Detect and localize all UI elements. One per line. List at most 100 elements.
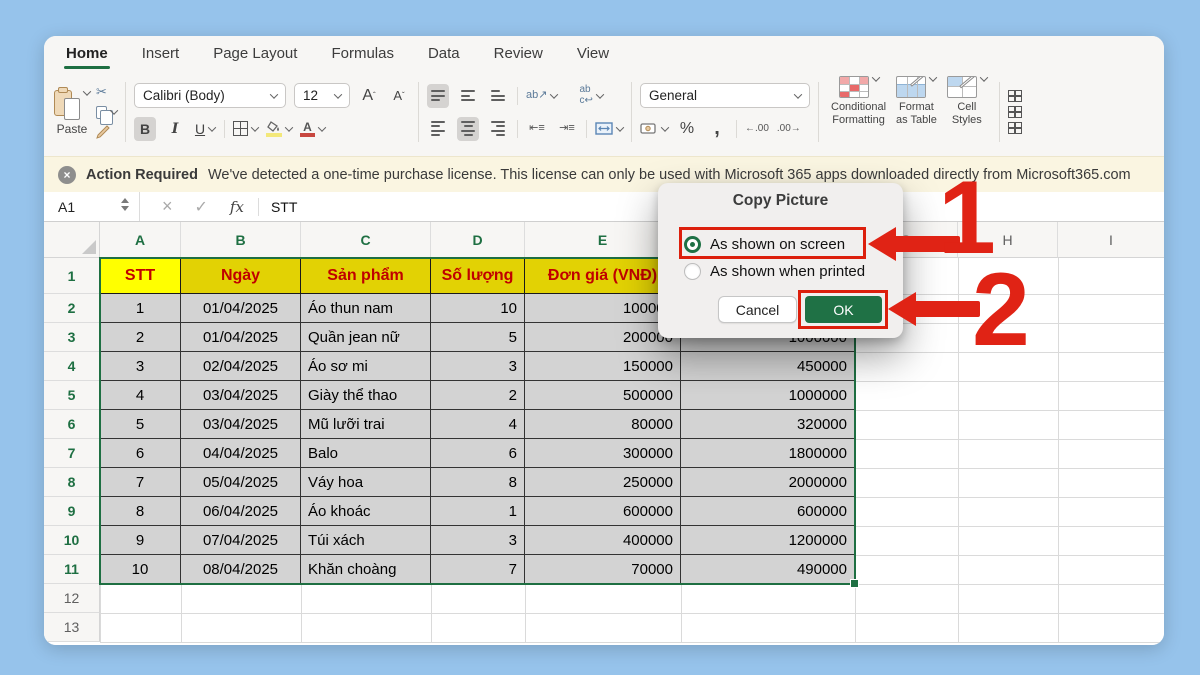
- cell-C6[interactable]: Mũ lưỡi trai: [301, 410, 431, 439]
- row-header-2[interactable]: 2: [44, 294, 100, 323]
- row-header-11[interactable]: 11: [44, 555, 100, 584]
- cell-E10[interactable]: 400000: [525, 526, 681, 555]
- cell-A5[interactable]: 4: [100, 381, 181, 410]
- merge-center-button[interactable]: [595, 117, 623, 141]
- orientation-button[interactable]: ab↗: [526, 84, 557, 108]
- cell-A3[interactable]: 2: [100, 323, 181, 352]
- cell-A11[interactable]: 10: [100, 555, 181, 584]
- tab-page-layout[interactable]: Page Layout: [211, 38, 299, 69]
- cell-B8[interactable]: 05/04/2025: [181, 468, 301, 497]
- cell-F8[interactable]: 2000000: [681, 468, 855, 497]
- row-header-7[interactable]: 7: [44, 439, 100, 468]
- cell-D7[interactable]: 6: [431, 439, 525, 468]
- wrap-text-button[interactable]: abc↩: [579, 84, 602, 108]
- cell-D9[interactable]: 1: [431, 497, 525, 526]
- cell-F5[interactable]: 1000000: [681, 381, 855, 410]
- column-header-I[interactable]: I: [1058, 222, 1164, 258]
- cell-B11[interactable]: 08/04/2025: [181, 555, 301, 584]
- cell-B4[interactable]: 02/04/2025: [181, 352, 301, 381]
- formula-input[interactable]: STT: [271, 199, 297, 215]
- cell-E11[interactable]: 70000: [525, 555, 681, 584]
- cell-C4[interactable]: Áo sơ mi: [301, 352, 431, 381]
- cell-D3[interactable]: 5: [431, 323, 525, 352]
- accounting-format-button[interactable]: [640, 117, 668, 141]
- cell-E8[interactable]: 250000: [525, 468, 681, 497]
- cell-C7[interactable]: Balo: [301, 439, 431, 468]
- cell-B10[interactable]: 07/04/2025: [181, 526, 301, 555]
- cell-C8[interactable]: Váy hoa: [301, 468, 431, 497]
- row-header-4[interactable]: 4: [44, 352, 100, 381]
- bold-button[interactable]: B: [134, 117, 156, 141]
- select-all-corner[interactable]: [44, 222, 100, 258]
- cell-B6[interactable]: 03/04/2025: [181, 410, 301, 439]
- cell-D5[interactable]: 2: [431, 381, 525, 410]
- align-top-button[interactable]: [427, 84, 449, 108]
- row-header-6[interactable]: 6: [44, 410, 100, 439]
- row-header-12[interactable]: 12: [44, 584, 100, 613]
- cell-A2[interactable]: 1: [100, 294, 181, 323]
- cell-A1[interactable]: STT: [100, 258, 181, 294]
- cell-C10[interactable]: Túi xách: [301, 526, 431, 555]
- align-middle-button[interactable]: [457, 84, 479, 108]
- cell-D6[interactable]: 4: [431, 410, 525, 439]
- cell-E5[interactable]: 500000: [525, 381, 681, 410]
- tab-home[interactable]: Home: [64, 38, 110, 69]
- cell-B9[interactable]: 06/04/2025: [181, 497, 301, 526]
- cell-F7[interactable]: 1800000: [681, 439, 855, 468]
- decrease-indent-button[interactable]: ⇤≡: [526, 117, 548, 141]
- radio-as-shown-when-printed[interactable]: As shown when printed: [684, 259, 865, 283]
- cell-C11[interactable]: Khăn choàng: [301, 555, 431, 584]
- cancel-entry-button[interactable]: ×: [162, 196, 173, 217]
- number-format-select[interactable]: General: [640, 83, 810, 108]
- italic-button[interactable]: I: [164, 117, 186, 141]
- column-header-A[interactable]: A: [100, 222, 181, 258]
- cancel-button[interactable]: Cancel: [718, 296, 797, 323]
- format-cells-icon[interactable]: [1008, 122, 1022, 134]
- cell-A7[interactable]: 6: [100, 439, 181, 468]
- cell-C2[interactable]: Áo thun nam: [301, 294, 431, 323]
- cell-A8[interactable]: 7: [100, 468, 181, 497]
- cell-C9[interactable]: Áo khoác: [301, 497, 431, 526]
- column-header-D[interactable]: D: [431, 222, 525, 258]
- font-size-select[interactable]: 12: [294, 83, 350, 108]
- tab-insert[interactable]: Insert: [140, 38, 182, 69]
- cell-A9[interactable]: 8: [100, 497, 181, 526]
- insert-function-button[interactable]: fx: [230, 198, 244, 216]
- cell-D2[interactable]: 10: [431, 294, 525, 323]
- percent-style-button[interactable]: %: [676, 117, 698, 141]
- conditional-formatting-button[interactable]: ConditionalFormatting: [827, 74, 890, 150]
- cell-A4[interactable]: 3: [100, 352, 181, 381]
- cell-D1[interactable]: Số lượng: [431, 258, 525, 294]
- cut-button[interactable]: ✂: [96, 83, 117, 101]
- cell-D4[interactable]: 3: [431, 352, 525, 381]
- cell-F10[interactable]: 1200000: [681, 526, 855, 555]
- cell-B1[interactable]: Ngày: [181, 258, 301, 294]
- cell-A6[interactable]: 5: [100, 410, 181, 439]
- increase-decimal-button[interactable]: ←.00: [745, 117, 769, 141]
- cell-E9[interactable]: 600000: [525, 497, 681, 526]
- font-color-button[interactable]: A: [300, 117, 325, 141]
- row-header-10[interactable]: 10: [44, 526, 100, 555]
- enter-entry-button[interactable]: ✓: [195, 197, 208, 217]
- cell-E6[interactable]: 80000: [525, 410, 681, 439]
- format-painter-button[interactable]: [96, 123, 117, 141]
- grow-font-button[interactable]: Aˆ: [358, 84, 380, 108]
- align-right-button[interactable]: [487, 117, 509, 141]
- name-box[interactable]: A1: [44, 192, 140, 221]
- font-name-select[interactable]: Calibri (Body): [134, 83, 286, 108]
- cell-F9[interactable]: 600000: [681, 497, 855, 526]
- row-header-8[interactable]: 8: [44, 468, 100, 497]
- tab-review[interactable]: Review: [492, 38, 545, 69]
- cell-F6[interactable]: 320000: [681, 410, 855, 439]
- comma-style-button[interactable]: ,: [706, 117, 728, 141]
- cell-D8[interactable]: 8: [431, 468, 525, 497]
- cell-E4[interactable]: 150000: [525, 352, 681, 381]
- cell-B5[interactable]: 03/04/2025: [181, 381, 301, 410]
- cell-E7[interactable]: 300000: [525, 439, 681, 468]
- name-box-stepper[interactable]: [121, 198, 129, 211]
- decrease-decimal-button[interactable]: .00→: [777, 117, 801, 141]
- format-as-table-button[interactable]: Formatas Table: [892, 74, 941, 150]
- cell-F4[interactable]: 450000: [681, 352, 855, 381]
- shrink-font-button[interactable]: Aˇ: [388, 84, 410, 108]
- fill-color-button[interactable]: [266, 117, 292, 141]
